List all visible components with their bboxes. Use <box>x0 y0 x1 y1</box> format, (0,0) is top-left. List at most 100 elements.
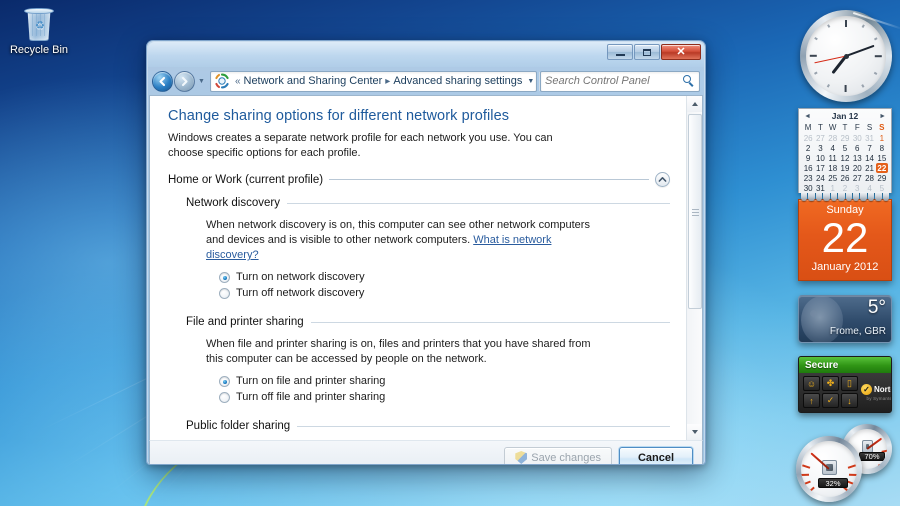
radio-button-unselected[interactable] <box>219 288 230 299</box>
desktop[interactable]: ♻ Recycle Bin ✕ ▼ « Network and Sharing … <box>0 0 900 506</box>
window-titlebar[interactable]: ✕ <box>148 42 704 67</box>
calendar-day-cell[interactable]: 11 <box>827 153 839 163</box>
section-file-and-printer-sharing: File and printer sharing When file and p… <box>186 316 670 405</box>
calendar-day-cell[interactable]: 7 <box>863 143 875 153</box>
clock-gadget[interactable] <box>800 10 900 102</box>
radio-button-selected[interactable] <box>219 272 230 283</box>
calendar-spiral-binding <box>798 192 892 201</box>
calendar-day-cell[interactable]: 17 <box>814 163 826 173</box>
chevron-down-icon[interactable]: ▼ <box>522 78 539 85</box>
vertical-scrollbar[interactable] <box>686 96 702 440</box>
calendar-prev-month-icon[interactable]: ◄ <box>804 113 811 120</box>
weather-gadget[interactable]: 5° Frome, GBR <box>798 295 892 343</box>
control-panel-window[interactable]: ✕ ▼ « Network and Sharing Center ▸ Advan… <box>146 40 706 465</box>
forward-button[interactable] <box>174 70 195 92</box>
norton-body: ☺✤▯↑✓↓ ✓ Norton by Symantec <box>799 373 891 412</box>
search-input[interactable] <box>545 75 683 87</box>
calendar-day-cell[interactable]: 3 <box>814 143 826 153</box>
desktop-icon-label: Recycle Bin <box>9 44 69 56</box>
section-header: File and printer sharing <box>186 316 670 328</box>
calendar-day-cell[interactable]: 13 <box>851 153 863 163</box>
calendar-day-cell[interactable]: 10 <box>814 153 826 163</box>
scan-icon[interactable]: ✓ <box>822 393 839 408</box>
calendar-day-today[interactable]: 22 <box>875 163 888 173</box>
calendar-day-cell[interactable]: 19 <box>839 163 851 173</box>
calendar-day-cell[interactable]: 28 <box>827 133 839 143</box>
calendar-week-row: 9 10 11 12 13 14 15 <box>802 153 888 163</box>
calendar-day-cell[interactable]: 8 <box>876 143 888 153</box>
calendar-day-cell[interactable]: 18 <box>827 163 839 173</box>
cpu-meter-gadget[interactable]: 70% 32% <box>796 424 896 502</box>
cpu-gauge[interactable]: 32% <box>796 436 862 502</box>
mobile-security-icon[interactable]: ▯ <box>841 376 858 391</box>
cancel-button[interactable]: Cancel <box>619 446 693 464</box>
close-button[interactable]: ✕ <box>661 44 701 60</box>
search-box[interactable] <box>540 70 700 92</box>
calendar-month-view[interactable]: ◄ Jan 12 ► MTWTFSS 26 27 28 29 30 31 1 2 3 4 5 6 7 8 9… <box>798 108 892 193</box>
calendar-day-cell[interactable]: 20 <box>851 163 863 173</box>
calendar-day-cell[interactable]: 23 <box>802 173 814 183</box>
scrollbar-thumb[interactable] <box>688 114 702 309</box>
calendar-weekday-header: T <box>817 123 823 132</box>
breadcrumb-item-network-sharing-center[interactable]: Network and Sharing Center <box>244 75 383 87</box>
download-insight-icon[interactable]: ↓ <box>841 393 858 408</box>
calendar-day-cell[interactable]: 15 <box>876 153 888 163</box>
radio-option-turn-off-network-discovery[interactable]: Turn off network discovery <box>219 286 670 301</box>
calendar-day-cell[interactable]: 5 <box>839 143 851 153</box>
calendar-day-cell[interactable]: 4 <box>827 143 839 153</box>
calendar-day-cell[interactable]: 27 <box>851 173 863 183</box>
radio-button-unselected[interactable] <box>219 392 230 403</box>
identity-safe-icon[interactable]: ☺ <box>803 376 820 391</box>
radio-button-selected[interactable] <box>219 376 230 387</box>
calendar-day-cell[interactable]: 12 <box>839 153 851 163</box>
desktop-icon-recycle-bin[interactable]: ♻ Recycle Bin <box>4 6 74 57</box>
norton-security-gadget[interactable]: Secure ☺✤▯↑✓↓ ✓ Norton by Symantec <box>798 356 892 413</box>
window-toolbar: ▼ « Network and Sharing Center ▸ Advance… <box>148 67 704 95</box>
radio-option-turn-on-network-discovery[interactable]: Turn on network discovery <box>219 270 670 285</box>
scroll-down-button[interactable] <box>687 424 702 440</box>
calendar-day-cell[interactable]: 9 <box>802 153 814 163</box>
radio-option-turn-on-file-and-printer-sharing[interactable]: Turn on file and printer sharing <box>219 374 670 389</box>
calendar-day-cell[interactable]: 29 <box>839 133 851 143</box>
calendar-day-cell[interactable]: 2 <box>802 143 814 153</box>
calendar-day-cell[interactable]: 24 <box>814 173 826 183</box>
back-button[interactable] <box>152 70 173 92</box>
chevron-up-icon[interactable] <box>655 172 670 187</box>
radio-label: Turn off file and printer sharing <box>236 391 386 403</box>
breadcrumb-item-advanced-sharing-settings[interactable]: Advanced sharing settings <box>393 75 522 87</box>
scroll-up-button[interactable] <box>687 96 702 112</box>
backup-icon[interactable]: ✤ <box>822 376 839 391</box>
calendar-grid: MTWTFSS 26 27 28 29 30 31 1 2 3 4 5 6 7 8 9 10 11 12 13 14 1… <box>802 122 888 193</box>
save-changes-button[interactable]: Save changes <box>504 446 612 464</box>
address-bar[interactable]: « Network and Sharing Center ▸ Advanced … <box>209 70 552 92</box>
calendar-day-cell[interactable]: 29 <box>876 173 888 183</box>
calendar-day-cell[interactable]: 26 <box>802 133 814 143</box>
breadcrumb-overflow[interactable]: « <box>232 76 244 87</box>
search-icon[interactable] <box>683 75 695 87</box>
calendar-day-cell[interactable]: 6 <box>851 143 863 153</box>
calendar-gadget[interactable]: ◄ Jan 12 ► MTWTFSS 26 27 28 29 30 31 1 2 3 4 5 6 7 8 9… <box>798 108 892 281</box>
profile-group-header[interactable]: Home or Work (current profile) <box>168 172 670 187</box>
calendar-day-cell[interactable]: 30 <box>851 133 863 143</box>
maximize-button[interactable] <box>634 44 660 60</box>
calendar-day-cell[interactable]: 16 <box>802 163 814 173</box>
calendar-next-month-icon[interactable]: ► <box>879 113 886 120</box>
uac-shield-icon <box>515 451 528 464</box>
calendar-day-cell[interactable]: 1 <box>876 133 888 143</box>
radio-option-turn-off-file-and-printer-sharing[interactable]: Turn off file and printer sharing <box>219 390 670 405</box>
calendar-week-row: 26 27 28 29 30 31 1 <box>802 133 888 143</box>
recent-pages-dropdown[interactable]: ▼ <box>196 78 207 85</box>
calendar-day-cell[interactable]: 25 <box>827 173 839 183</box>
calendar-day-cell[interactable]: 28 <box>863 173 875 183</box>
calendar-day-view[interactable]: Sunday 22 January 2012 <box>798 199 892 281</box>
calendar-day-rows: 26 27 28 29 30 31 1 2 3 4 5 6 7 8 9 10 11 12 13 14 15 16 17 18 1… <box>802 133 888 193</box>
breadcrumb-separator[interactable]: ▸ <box>382 76 393 87</box>
minimize-button[interactable] <box>607 44 633 60</box>
tuneup-icon[interactable]: ↑ <box>803 393 820 408</box>
calendar-day-cell[interactable]: 26 <box>839 173 851 183</box>
calendar-day-cell[interactable]: 21 <box>863 163 875 173</box>
calendar-day-cell[interactable]: 14 <box>863 153 875 163</box>
navigation-buttons: ▼ <box>152 70 207 92</box>
calendar-day-cell[interactable]: 31 <box>863 133 875 143</box>
calendar-day-cell[interactable]: 27 <box>814 133 826 143</box>
